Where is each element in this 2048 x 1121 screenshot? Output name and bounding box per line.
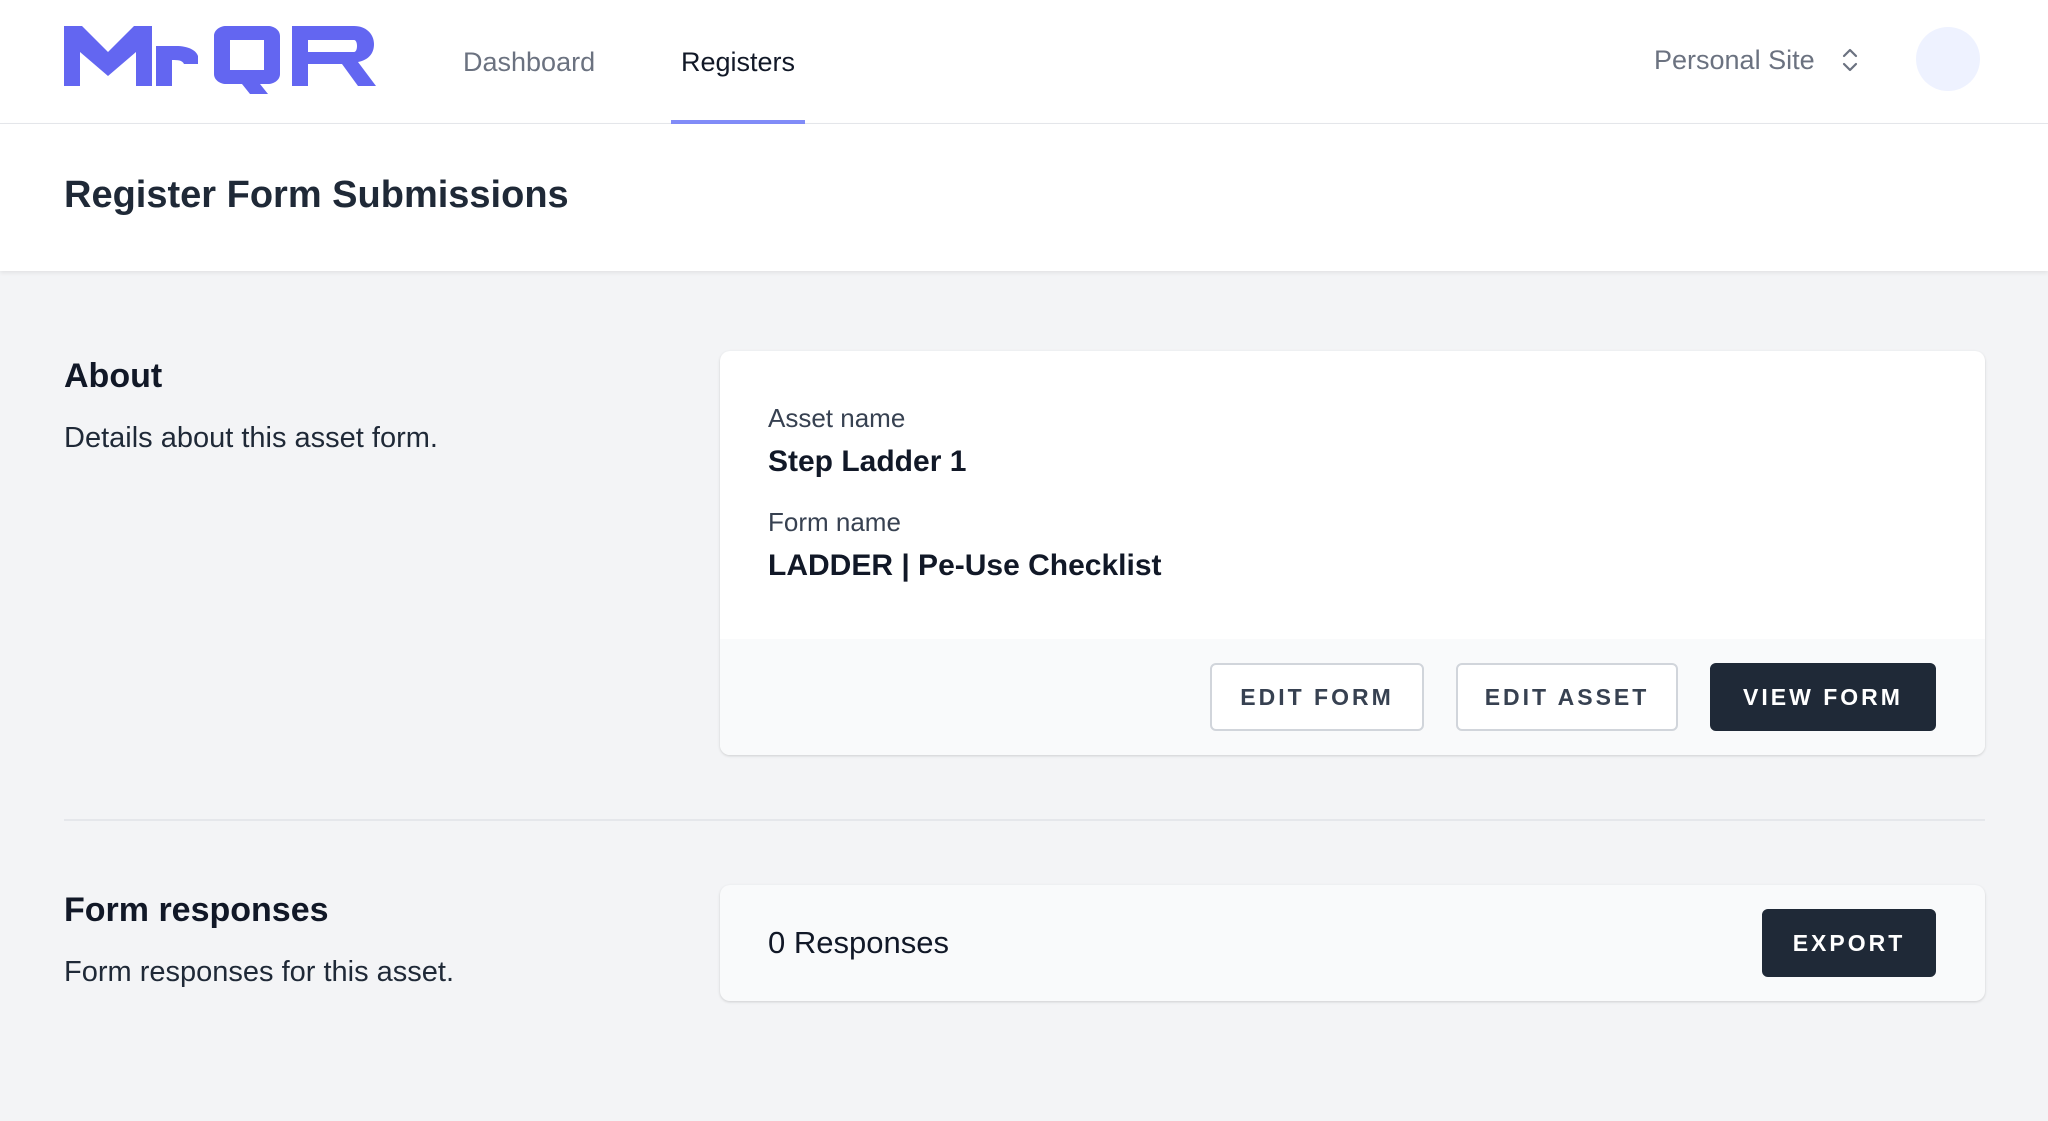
edit-form-button[interactable]: EDIT FORM (1210, 663, 1424, 731)
site-switcher[interactable]: Personal Site (1654, 0, 1861, 120)
responses-card: 0 Responses EXPORT (720, 885, 1985, 1001)
export-button[interactable]: EXPORT (1762, 909, 1936, 977)
about-section-title: About (64, 357, 163, 395)
page-header: Register Form Submissions (0, 124, 2048, 271)
asset-name-value: Step Ladder 1 (768, 445, 967, 478)
about-card: Asset name Step Ladder 1 Form name LADDE… (720, 351, 1985, 755)
page-title: Register Form Submissions (64, 174, 569, 216)
mrqr-logo[interactable] (64, 22, 376, 98)
responses-section-description: Form responses for this asset. (64, 956, 455, 988)
site-switcher-label: Personal Site (1654, 44, 1815, 75)
mrqr-logo-mark (64, 26, 376, 94)
section-divider (64, 819, 1985, 821)
about-card-actions: EDIT FORM EDIT ASSET VIEW FORM (720, 639, 1985, 755)
about-section-description: Details about this asset form. (64, 422, 438, 454)
top-navbar: Dashboard Registers Personal Site (0, 0, 2048, 124)
nav-dashboard[interactable]: Dashboard (463, 0, 595, 124)
chevron-up-down-icon (1842, 48, 1857, 72)
nav-dashboard-label: Dashboard (463, 46, 596, 77)
responses-section-title: Form responses (64, 891, 329, 929)
form-name-value: LADDER | Pe-Use Checklist (768, 549, 1162, 582)
avatar[interactable] (1916, 27, 1980, 91)
edit-asset-button[interactable]: EDIT ASSET (1456, 663, 1678, 731)
responses-count: 0 Responses (768, 925, 949, 960)
nav-registers-label: Registers (680, 46, 796, 77)
view-form-button[interactable]: VIEW FORM (1710, 663, 1936, 731)
asset-name-label: Asset name (768, 403, 906, 433)
form-name-label: Form name (768, 507, 901, 537)
nav-registers[interactable]: Registers (671, 0, 805, 124)
